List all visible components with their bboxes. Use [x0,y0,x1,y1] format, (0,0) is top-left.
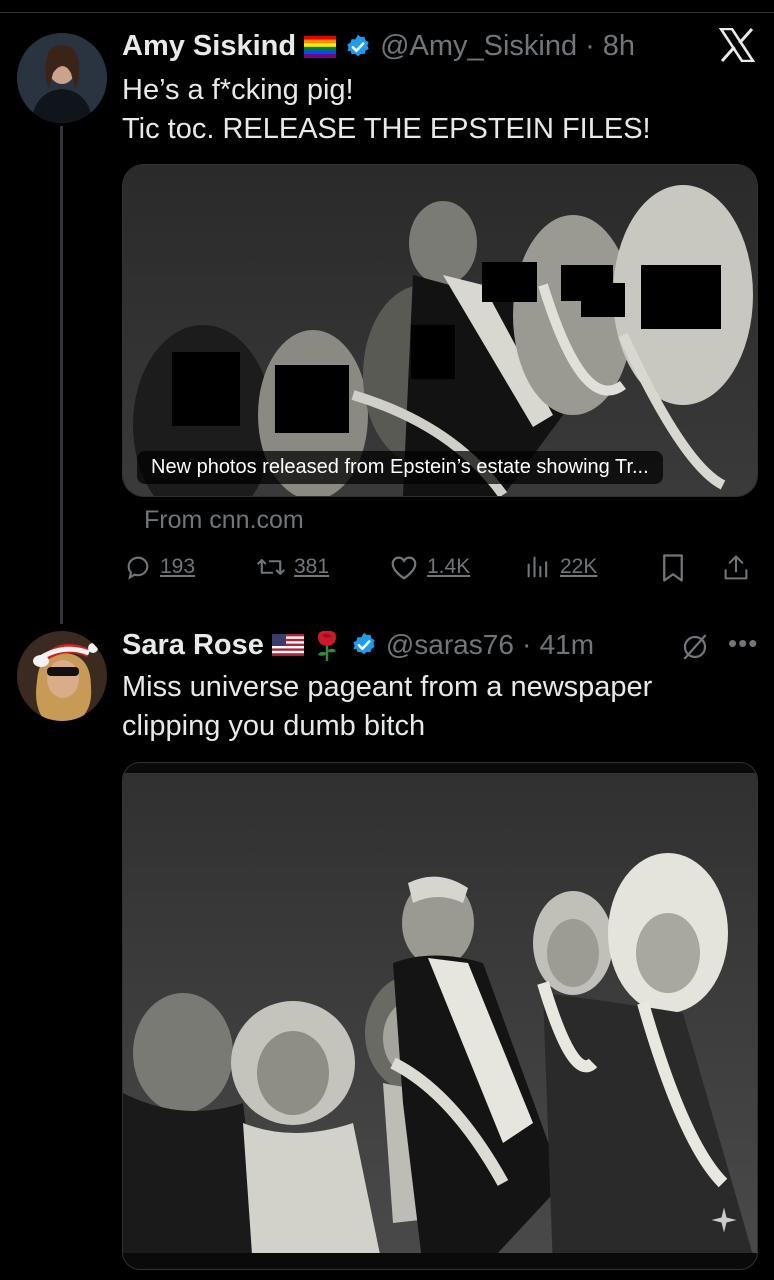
x-logo-icon[interactable] [718,27,756,67]
link-source[interactable]: From cnn.com [144,506,304,535]
like-icon [389,553,419,581]
grok-icon[interactable] [680,632,710,667]
tweet1-text: He’s a f*cking pig! Tic toc. RELEASE THE… [122,71,651,149]
timestamp[interactable]: 8h [603,30,635,63]
more-icon[interactable]: ••• [728,628,758,659]
rainbow-flag-icon [304,35,337,58]
tweet2-text: Miss universe pageant from a newspaper c… [122,668,652,746]
tweet1-line2: Tic toc. RELEASE THE EPSTEIN FILES! [122,113,651,145]
repost-icon [256,553,286,581]
us-flag-icon [271,634,304,656]
tweet2-line1: Miss universe pageant from a newspaper [122,671,653,703]
verified-icon [350,631,378,659]
reply-count: 193 [160,555,196,578]
views-count: 22K [560,555,598,578]
bookmark-button[interactable] [660,553,686,583]
verified-icon [344,33,372,61]
author-name[interactable]: Amy Siskind [122,30,296,63]
redaction-box [411,325,455,379]
avatar-amy-siskind[interactable] [17,33,107,123]
dot-separator: · [585,30,595,62]
views-icon [524,553,552,581]
link-card-image[interactable]: New photos released from Epstein’s estat… [122,164,758,497]
thread-line [60,126,63,624]
reply-button[interactable]: 193 [124,553,195,581]
tweet1-action-bar: 193 381 1.4K 22K [0,553,774,589]
share-icon [722,553,750,583]
tweet2-media-image[interactable] [122,762,758,1270]
tweet1-header: Amy Siskind @Amy_Siskind · 8h [122,30,635,63]
share-button[interactable] [722,553,750,583]
newspaper-photo [123,763,757,1269]
repost-button[interactable]: 381 [256,553,329,581]
dot-separator: · [521,628,532,661]
tweet1-line1: He’s a f*cking pig! [122,74,354,106]
repost-count: 381 [294,555,330,578]
timestamp[interactable]: 41m [540,629,594,661]
reply-icon [124,553,152,581]
avatar-sara-rose[interactable] [17,631,107,721]
author-handle[interactable]: @saras76 [386,629,514,661]
top-divider [0,12,774,13]
author-handle[interactable]: @Amy_Siskind [380,30,577,63]
views-button[interactable]: 22K [524,553,597,581]
like-button[interactable]: 1.4K [389,553,470,581]
tweet2-line2: clipping you dumb bitch [122,710,426,742]
redaction-box [172,352,240,426]
media-caption: New photos released from Epstein’s estat… [137,451,663,484]
redaction-box [581,283,625,317]
redaction-box [641,265,721,329]
rose-icon [312,628,342,662]
tweet2-header: Sara Rose @saras76 · 41m [122,628,594,662]
bookmark-icon [660,553,686,583]
author-name[interactable]: Sara Rose [122,629,264,662]
sparkle-icon [709,1205,739,1240]
redaction-box [482,262,537,302]
like-count: 1.4K [427,555,471,578]
redaction-box [275,365,349,433]
